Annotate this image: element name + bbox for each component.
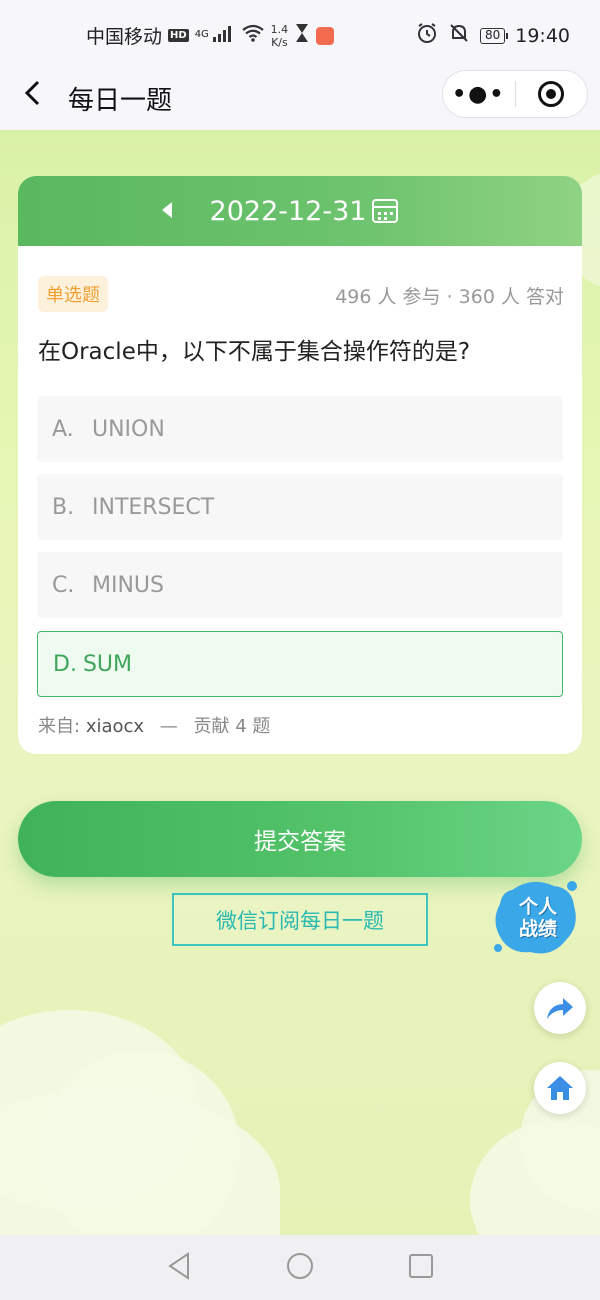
option-text: SUM bbox=[82, 651, 132, 677]
option-text: INTERSECT bbox=[92, 494, 215, 520]
home-icon bbox=[547, 1076, 573, 1100]
target-icon bbox=[538, 81, 565, 107]
network-type-label: 4G bbox=[194, 29, 209, 40]
option-d[interactable]: D. SUM bbox=[37, 631, 563, 697]
personal-stats-line2: 战绩 bbox=[518, 918, 557, 940]
contribution-count: 贡献 4 题 bbox=[193, 716, 271, 737]
hourglass-icon bbox=[294, 23, 310, 48]
close-mini-program-button[interactable] bbox=[516, 81, 588, 107]
personal-stats-line1: 个人 bbox=[518, 896, 557, 918]
prev-day-arrow-icon[interactable] bbox=[162, 202, 172, 218]
system-nav-bar bbox=[0, 1235, 600, 1300]
hd-icon: HD bbox=[168, 29, 189, 42]
option-a[interactable]: A. UNION bbox=[37, 396, 563, 462]
calendar-icon[interactable] bbox=[372, 199, 399, 223]
status-bar: 中国移动 HD 4G 1.4 K/s 80 19:40 bbox=[0, 0, 600, 70]
system-back-icon[interactable] bbox=[166, 1251, 192, 1285]
home-button[interactable] bbox=[534, 1062, 586, 1114]
network-speed: 1.4 K/s bbox=[271, 23, 289, 49]
nav-bar: 每日一题 •●• bbox=[0, 70, 600, 130]
option-letter: A. bbox=[52, 416, 74, 442]
speed-unit: K/s bbox=[271, 35, 288, 49]
from-dash: — bbox=[159, 716, 178, 737]
question-card: 2022-12-31 单选题 496 人 参与 · 360 人 答对 在Orac… bbox=[18, 176, 582, 754]
page-title: 每日一题 bbox=[68, 86, 173, 116]
system-recents-icon[interactable] bbox=[408, 1253, 434, 1283]
mute-icon bbox=[448, 22, 470, 49]
submit-answer-button[interactable]: 提交答案 bbox=[18, 801, 582, 877]
carrier-label: 中国移动 bbox=[86, 26, 163, 48]
question-date[interactable]: 2022-12-31 bbox=[210, 196, 367, 227]
participation-stats: 496 人 参与 · 360 人 答对 bbox=[335, 286, 564, 308]
speed-value: 1.4 bbox=[270, 22, 289, 36]
option-b[interactable]: B. INTERSECT bbox=[37, 474, 563, 540]
clock-time: 19:40 bbox=[515, 24, 570, 47]
option-text: UNION bbox=[92, 416, 165, 442]
question-text: 在Oracle中，以下不属于集合操作符的是? bbox=[38, 339, 471, 365]
option-letter: C. bbox=[52, 572, 75, 598]
option-c[interactable]: C. MINUS bbox=[37, 552, 563, 618]
contributor-name[interactable]: xiaocx bbox=[86, 716, 144, 737]
wifi-icon bbox=[241, 24, 265, 47]
contributor-info: 来自: xiaocx — 贡献 4 题 bbox=[38, 712, 270, 738]
option-letter: B. bbox=[52, 494, 75, 520]
back-arrow-icon[interactable] bbox=[22, 78, 42, 116]
from-label: 来自: bbox=[38, 716, 81, 737]
question-type-badge: 单选题 bbox=[38, 276, 108, 312]
question-meta: 单选题 496 人 参与 · 360 人 答对 bbox=[38, 276, 564, 312]
more-icon[interactable]: •●• bbox=[443, 82, 515, 107]
alarm-icon bbox=[416, 22, 438, 49]
personal-stats-button[interactable]: 个人 战绩 bbox=[494, 881, 580, 960]
app-notification-icon bbox=[316, 26, 335, 45]
mini-program-capsule: •●• bbox=[442, 70, 588, 118]
option-text: MINUS bbox=[92, 572, 164, 598]
wechat-subscribe-button[interactable]: 微信订阅每日一题 bbox=[172, 893, 428, 946]
share-button[interactable] bbox=[534, 982, 586, 1034]
signal-icon: 4G bbox=[195, 26, 235, 45]
system-home-icon[interactable] bbox=[285, 1251, 315, 1285]
battery-icon: 80 bbox=[479, 27, 509, 44]
date-header: 2022-12-31 bbox=[18, 176, 582, 246]
share-arrow-icon bbox=[547, 998, 573, 1019]
option-letter: D. bbox=[53, 651, 77, 677]
